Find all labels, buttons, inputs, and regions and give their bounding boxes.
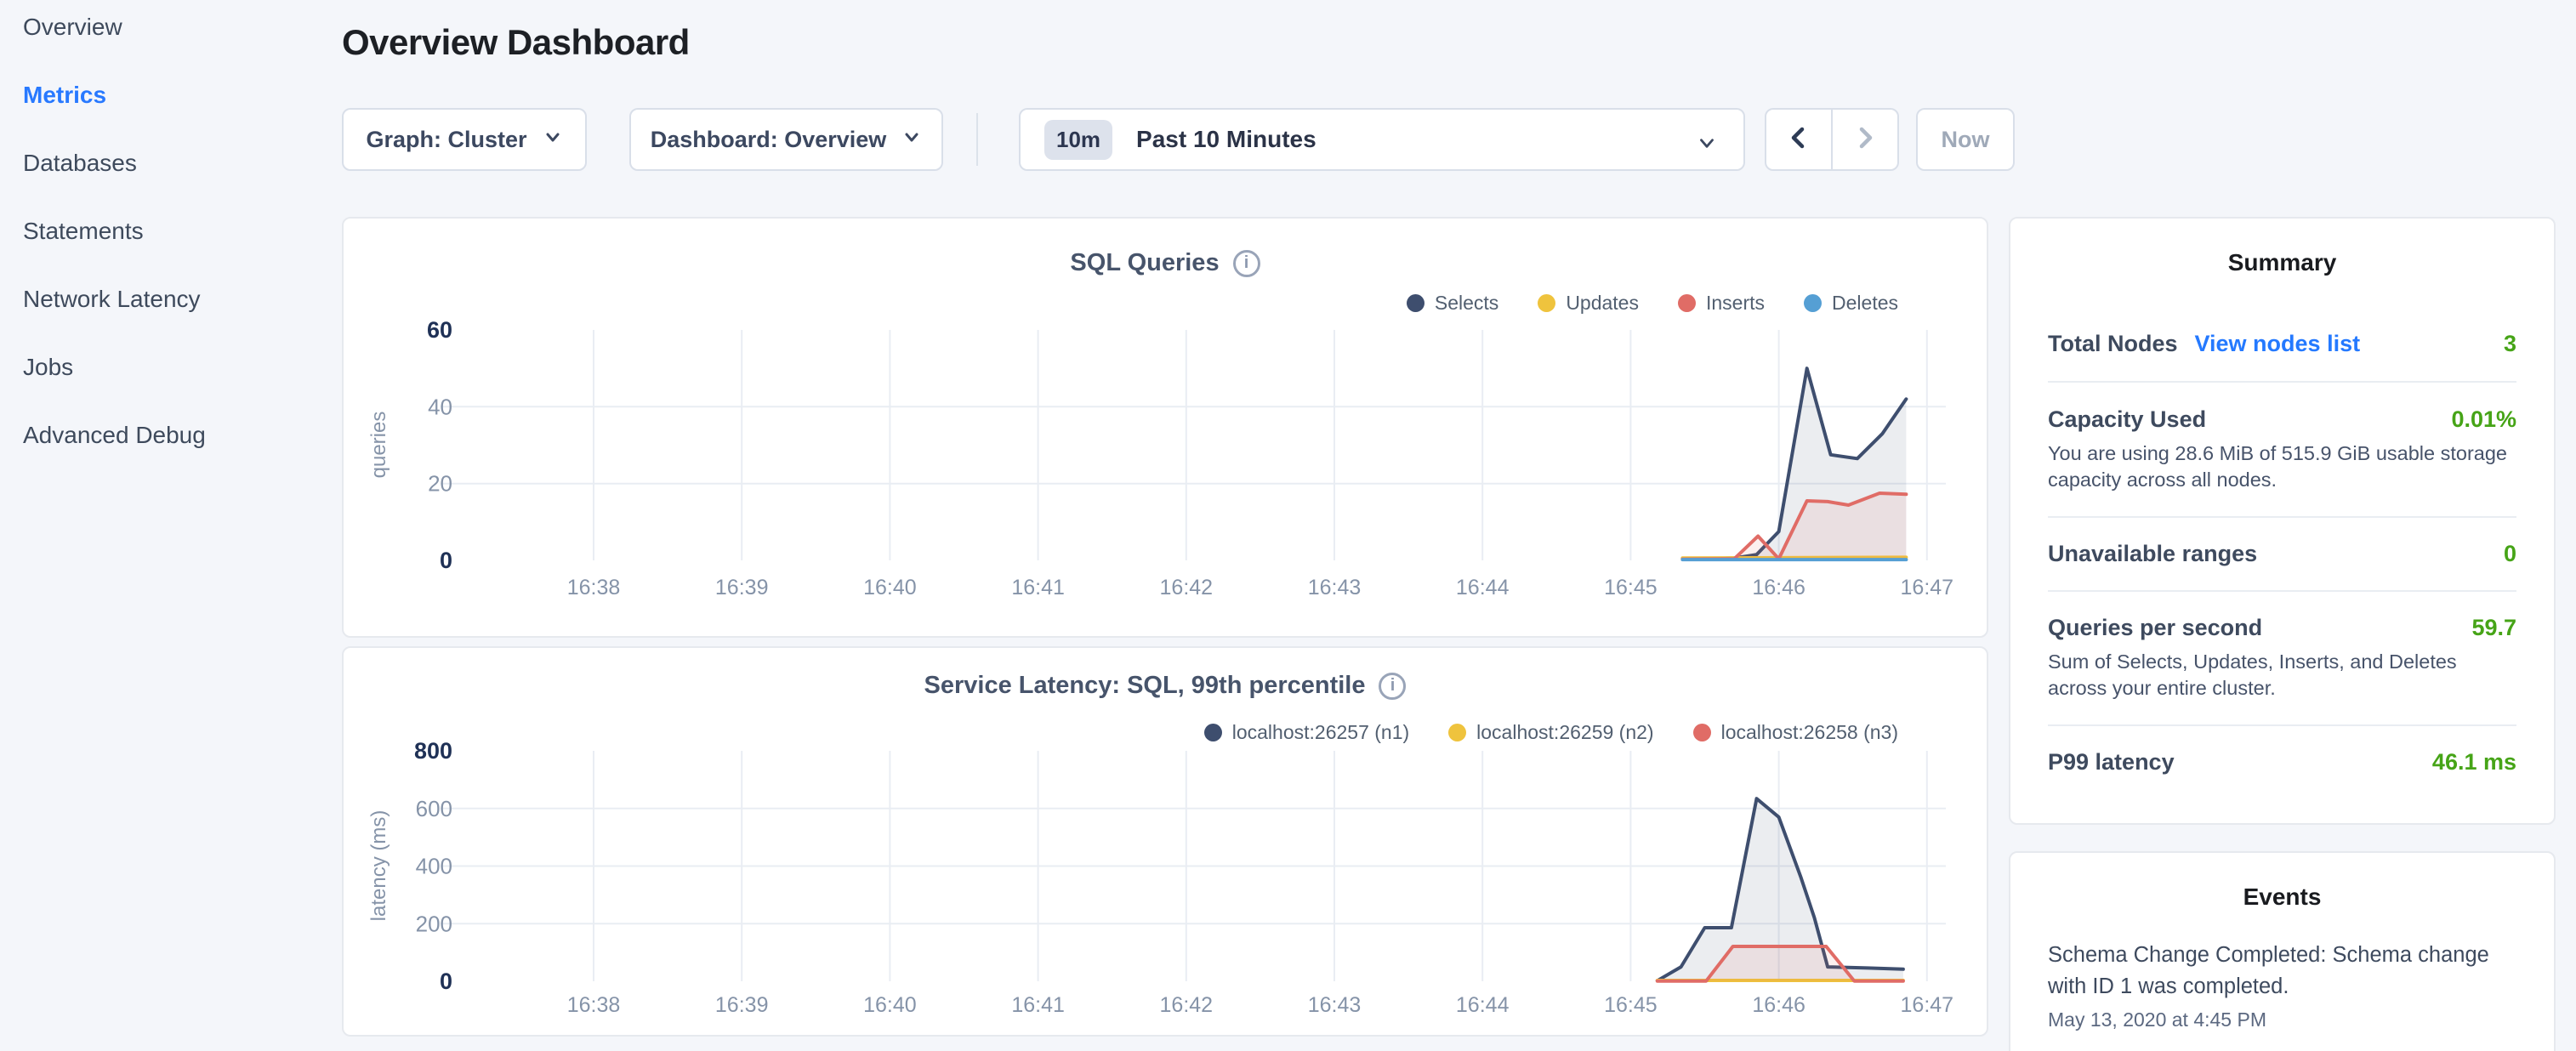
- divider: [976, 113, 978, 166]
- previous-timespan-button[interactable]: [1766, 110, 1833, 169]
- summary-value: 0: [2504, 541, 2516, 567]
- next-timespan-button[interactable]: [1833, 110, 1897, 169]
- sidebar-item-advanced-debug[interactable]: Advanced Debug: [23, 421, 206, 489]
- summary-label: Capacity Used: [2048, 406, 2206, 433]
- svg-text:16:46: 16:46: [1752, 576, 1805, 599]
- time-pager: [1765, 108, 1899, 171]
- sidebar-item-databases[interactable]: Databases: [23, 149, 206, 217]
- dashboard-dropdown-label: Dashboard: Overview: [651, 127, 887, 153]
- events-panel: Events Schema Change Completed: Schema c…: [2009, 851, 2556, 1051]
- svg-text:16:39: 16:39: [715, 576, 769, 599]
- events-title: Events: [2048, 853, 2516, 911]
- summary-row-capacity-used: Capacity Used 0.01%: [2048, 406, 2516, 433]
- svg-text:20: 20: [428, 471, 452, 497]
- svg-text:60: 60: [427, 317, 452, 343]
- svg-text:16:42: 16:42: [1160, 576, 1214, 599]
- svg-text:400: 400: [416, 854, 452, 879]
- summary-value: 59.7: [2471, 615, 2516, 641]
- service-latency-chart-card: Service Latency: SQL, 99th percentile lo…: [342, 646, 1988, 1037]
- svg-text:16:44: 16:44: [1456, 993, 1510, 1017]
- svg-text:16:40: 16:40: [863, 576, 917, 599]
- summary-title: Summary: [2048, 219, 2516, 276]
- summary-value: 0.01%: [2451, 406, 2516, 433]
- event-timestamp: May 13, 2020 at 4:45 PM: [2048, 1008, 2516, 1031]
- sidebar-item-statements[interactable]: Statements: [23, 217, 206, 285]
- summary-description: You are using 28.6 MiB of 515.9 GiB usab…: [2048, 440, 2516, 493]
- chevron-left-icon: [1786, 122, 1811, 157]
- now-button[interactable]: Now: [1916, 108, 2015, 171]
- summary-label: Total Nodes: [2048, 331, 2178, 357]
- svg-text:16:39: 16:39: [715, 993, 769, 1017]
- summary-label: Queries per second: [2048, 615, 2262, 641]
- chevron-down-icon: [901, 127, 922, 153]
- svg-text:16:38: 16:38: [567, 576, 621, 599]
- service-latency-chart[interactable]: 16:38 16:39 16:40 16:41 16:42 16:43 16:44 16:45…: [344, 648, 1990, 1038]
- summary-row-queries-per-second: Queries per second 59.7: [2048, 615, 2516, 641]
- divider: [2048, 724, 2516, 726]
- sidebar-item-metrics[interactable]: Metrics: [23, 81, 206, 149]
- sql-queries-chart-card: SQL Queries SelectsUpdatesInsertsDeletes…: [342, 217, 1988, 638]
- svg-text:0: 0: [440, 969, 452, 994]
- svg-text:40: 40: [428, 394, 452, 419]
- svg-text:16:47: 16:47: [1901, 576, 1954, 599]
- graph-dropdown[interactable]: Graph: Cluster: [342, 108, 587, 171]
- sidebar: Overview Metrics Databases Statements Ne…: [23, 13, 206, 489]
- divider: [2048, 381, 2516, 383]
- summary-row-total-nodes: Total Nodes View nodes list 3: [2048, 331, 2516, 357]
- time-range-badge: 10m: [1044, 120, 1112, 160]
- svg-text:16:40: 16:40: [863, 993, 917, 1017]
- svg-text:16:43: 16:43: [1308, 993, 1362, 1017]
- sidebar-item-jobs[interactable]: Jobs: [23, 353, 206, 421]
- time-range-dropdown[interactable]: 10m Past 10 Minutes: [1019, 108, 1745, 171]
- svg-text:16:42: 16:42: [1160, 993, 1214, 1017]
- sidebar-item-overview[interactable]: Overview: [23, 13, 206, 81]
- svg-text:16:43: 16:43: [1308, 576, 1362, 599]
- summary-row-p99-latency: P99 latency 46.1 ms: [2048, 749, 2516, 775]
- event-message[interactable]: Schema Change Completed: Schema change w…: [2048, 940, 2516, 1003]
- divider: [2048, 590, 2516, 592]
- svg-text:0: 0: [440, 548, 452, 573]
- svg-text:16:41: 16:41: [1011, 576, 1065, 599]
- svg-text:16:41: 16:41: [1011, 993, 1065, 1017]
- svg-text:16:44: 16:44: [1456, 576, 1510, 599]
- chevron-down-icon: [1696, 132, 1718, 160]
- svg-text:600: 600: [416, 796, 452, 821]
- chevron-down-icon: [543, 127, 563, 153]
- sidebar-item-network-latency[interactable]: Network Latency: [23, 285, 206, 353]
- svg-text:16:45: 16:45: [1604, 576, 1658, 599]
- divider: [2048, 516, 2516, 518]
- dashboard-dropdown[interactable]: Dashboard: Overview: [629, 108, 943, 171]
- sql-queries-chart[interactable]: 16:38 16:39 16:40 16:41 16:42 16:43 16:44 16:45…: [344, 219, 1990, 639]
- summary-row-unavailable-ranges: Unavailable ranges 0: [2048, 541, 2516, 567]
- summary-value: 3: [2504, 331, 2516, 357]
- svg-text:16:38: 16:38: [567, 993, 621, 1017]
- svg-text:16:46: 16:46: [1752, 993, 1805, 1017]
- now-button-label: Now: [1942, 127, 1990, 153]
- graph-dropdown-label: Graph: Cluster: [366, 127, 526, 153]
- svg-text:200: 200: [416, 911, 452, 936]
- page-title: Overview Dashboard: [342, 22, 690, 63]
- svg-text:16:45: 16:45: [1604, 993, 1658, 1017]
- summary-panel: Summary Total Nodes View nodes list 3 Ca…: [2009, 217, 2556, 825]
- view-nodes-list-link[interactable]: View nodes list: [2195, 331, 2361, 357]
- svg-text:16:47: 16:47: [1901, 993, 1954, 1017]
- time-range-label: Past 10 Minutes: [1136, 126, 1316, 153]
- summary-label: Unavailable ranges: [2048, 541, 2257, 567]
- summary-label: P99 latency: [2048, 749, 2175, 775]
- summary-value: 46.1 ms: [2432, 749, 2516, 775]
- svg-text:800: 800: [414, 738, 452, 764]
- chevron-right-icon: [1852, 122, 1878, 157]
- summary-description: Sum of Selects, Updates, Inserts, and De…: [2048, 649, 2516, 702]
